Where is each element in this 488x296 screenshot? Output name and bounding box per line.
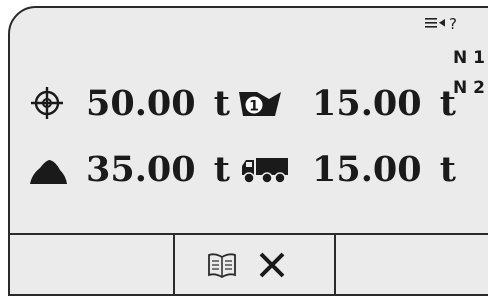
pile-icon [28,156,68,191]
total-weight-readout: 50.00 t [86,86,230,121]
total-weight-unit: t [213,83,230,124]
pile-weight-value: 35.00 [86,149,196,190]
bucket-1-icon: 1 [235,86,283,125]
softkey-3[interactable] [336,235,488,294]
pile-weight-readout: 35.00 t [86,152,230,187]
total-weight-value: 50.00 [86,83,196,124]
load-1-unit: t [439,83,456,124]
crosshair-icon [30,86,64,125]
softkey-bar [10,233,488,294]
display-screen: ? N 1 N 2 50.00 t 1 15.00 t 35.00 t 15.0… [8,6,488,296]
menu-list-arrow-icon[interactable] [425,15,447,33]
truck-icon [240,152,290,191]
softkey-2[interactable] [175,235,336,294]
book-icon[interactable] [207,252,237,283]
svg-text:1: 1 [249,99,259,115]
n2-label: N 2 [453,78,485,98]
softkey-1[interactable] [10,235,175,294]
truck-weight-unit: t [439,149,456,190]
header-controls: ? [425,14,457,33]
n1-label: N 1 [453,48,485,68]
close-icon[interactable] [257,250,287,285]
truck-weight-readout: 15.00 t [312,152,456,187]
truck-weight-value: 15.00 [312,149,422,190]
help-button[interactable]: ? [449,15,457,33]
load-1-readout: 15.00 t [312,86,456,121]
pile-weight-unit: t [213,149,230,190]
load-1-value: 15.00 [312,83,422,124]
